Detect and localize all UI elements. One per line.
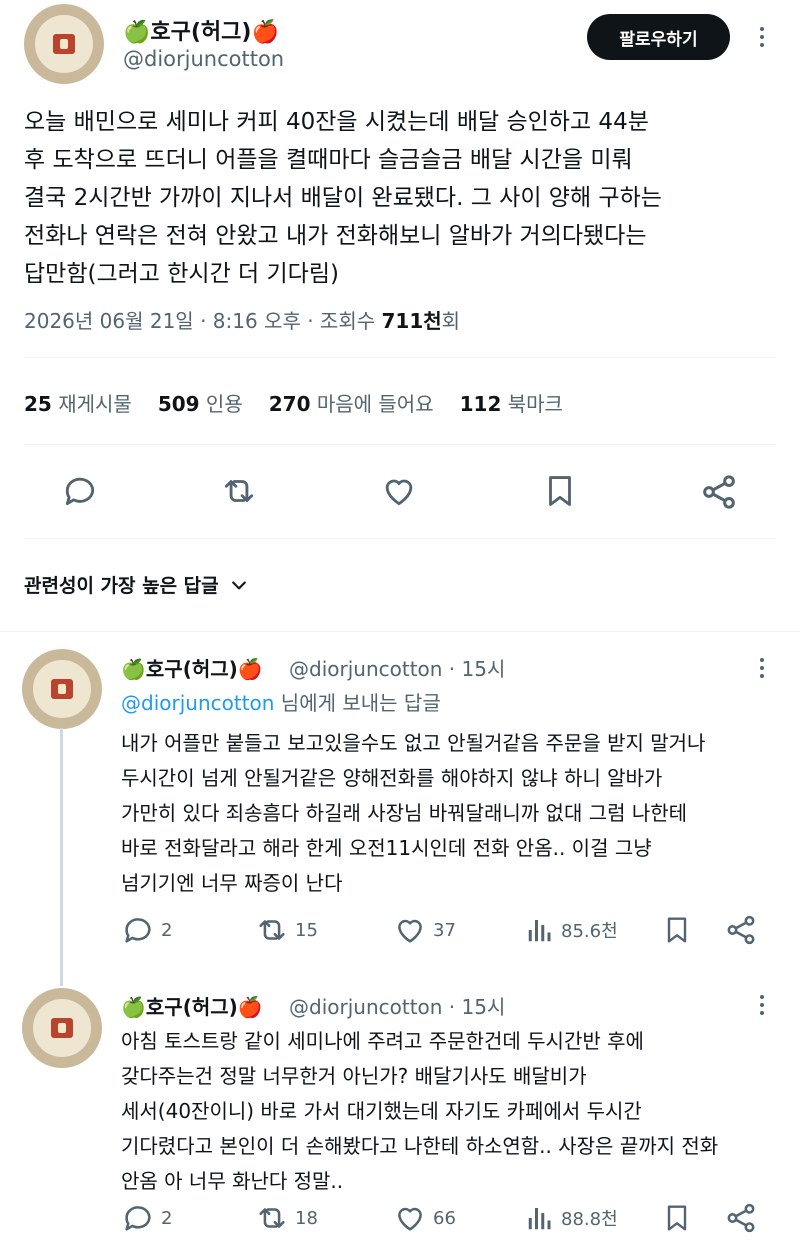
bookmark-button[interactable] <box>661 913 693 947</box>
reply-avatar[interactable] <box>22 988 102 1068</box>
views-suffix: 회 <box>441 309 461 333</box>
thread-connector <box>60 728 63 986</box>
reply-text-line: 갖다주는건 정말 너무한거 아닌가? 배달기사도 배달비가 <box>121 1064 587 1088</box>
reposts-count: 18 <box>295 1207 318 1229</box>
bookmark-button[interactable] <box>661 1201 693 1235</box>
repost-icon <box>259 1208 285 1228</box>
reply-handle-time[interactable]: @diorjuncotton · 15시 <box>289 653 505 682</box>
reply-text-line: 기다렸다고 본인이 더 손해봤다고 나한테 하소연함.. 사장은 끝까지 전화 <box>121 1134 719 1158</box>
follow-button[interactable]: 팔로우하기 <box>587 14 730 60</box>
like-button[interactable]: 37 <box>393 913 456 947</box>
reply-text-line: 내가 어플만 붙들고 보고있을수도 없고 안될거같음 주문을 받지 말거나 <box>121 731 706 755</box>
heart-icon <box>398 919 422 943</box>
avatar-mug <box>52 34 76 54</box>
reply-button[interactable] <box>61 472 99 510</box>
reply-text-line: 세서(40잔이니) 바로 가서 대기했는데 자기도 카페에서 두시간 <box>121 1099 642 1123</box>
views-count: 711천 <box>381 309 442 333</box>
reply-text: 아침 토스트랑 같이 세미나에 주려고 주문한건데 두시간반 후에 갖다주는건 … <box>121 1024 781 1199</box>
reply-icon <box>65 477 95 506</box>
views-chart-icon <box>528 920 551 942</box>
reply-sort-dropdown[interactable]: 관련성이 가장 높은 답글 <box>24 571 249 598</box>
divider <box>24 444 776 445</box>
chevron-down-icon <box>231 580 246 589</box>
tweet-text-line: 답만함(그러고 한시간 더 기다림) <box>24 261 339 287</box>
bookmark-icon <box>549 476 571 506</box>
divider <box>0 631 800 632</box>
share-button[interactable] <box>724 913 758 947</box>
repost-button[interactable] <box>219 472 259 510</box>
share-icon <box>727 915 755 945</box>
author-name[interactable]: 🍏호구(허그)🍎 <box>123 14 279 46</box>
repost-icon <box>224 480 254 502</box>
like-button[interactable]: 66 <box>393 1201 456 1235</box>
reply-text-line: 넘기기엔 너무 짜증이 난다 <box>121 871 343 895</box>
share-icon <box>703 475 735 509</box>
views-count: 85.6천 <box>561 921 618 942</box>
avatar-mug <box>50 679 74 699</box>
reply-text: 내가 어플만 붙들고 보고있을수도 없고 안될거같음 주문을 받지 말거나 두시… <box>121 726 781 901</box>
share-button[interactable] <box>699 472 739 512</box>
replies-count: 2 <box>161 1207 173 1229</box>
bookmarks-stat[interactable]: 112 북마크 <box>460 388 563 417</box>
bookmark-icon <box>667 1205 687 1231</box>
more-options-icon[interactable] <box>750 993 774 1017</box>
repost-button[interactable]: 18 <box>255 1201 318 1235</box>
tweet-text-line: 오늘 배민으로 세미나 커피 40잔을 시켰는데 배달 승인하고 44분 <box>24 109 649 135</box>
reply-author-name[interactable]: 🍏호구(허그)🍎 <box>121 991 263 1020</box>
tweet-text-line: 전화나 연락은 전혀 안왔고 내가 전화해보니 알바가 거의다됐다는 <box>24 223 647 249</box>
more-options-icon[interactable] <box>750 656 774 680</box>
sort-label: 관련성이 가장 높은 답글 <box>24 575 219 597</box>
avatar-mug <box>50 1018 74 1038</box>
more-options-icon[interactable] <box>750 25 774 49</box>
author-handle[interactable]: @diorjuncotton <box>123 47 284 71</box>
reply-handle-time[interactable]: @diorjuncotton · 15시 <box>289 991 505 1020</box>
views-button[interactable]: 88.8천 <box>525 1201 618 1235</box>
author-avatar[interactable] <box>24 4 104 84</box>
repost-button[interactable]: 15 <box>255 913 318 947</box>
divider <box>24 538 776 539</box>
reply-avatar[interactable] <box>22 649 102 729</box>
tweet-text-line: 후 도착으로 뜨더니 어플을 켤때마다 슬금슬금 배달 시간을 미뤄 <box>24 147 633 173</box>
tweet-text-line: 결국 2시간반 가까이 지나서 배달이 완료됐다. 그 사이 양해 구하는 <box>24 185 662 211</box>
reply-author-name[interactable]: 🍏호구(허그)🍎 <box>121 653 263 682</box>
heart-icon <box>385 479 413 506</box>
share-icon <box>727 1203 755 1233</box>
reposts-count: 15 <box>295 919 318 941</box>
engagement-stats: 25 재게시물 509 인용 270 마음에 들어요 112 북마크 <box>24 388 563 417</box>
reply-button[interactable]: 2 <box>121 1201 172 1235</box>
tweet-text: 오늘 배민으로 세미나 커피 40잔을 시켰는데 배달 승인하고 44분 후 도… <box>24 103 784 293</box>
reply-button[interactable]: 2 <box>121 913 172 947</box>
reply-to-mention[interactable]: @diorjuncotton <box>121 691 274 715</box>
likes-stat[interactable]: 270 마음에 들어요 <box>269 388 434 417</box>
divider <box>24 357 776 358</box>
reply-text-line: 가만히 있다 죄송흠다 하길래 사장님 바꿔달래니까 없대 그럼 나한테 <box>121 801 688 825</box>
bookmark-icon <box>667 917 687 943</box>
tweet-timestamp[interactable]: 2026년 06월 21일 · 8:16 오후 · 조회수 <box>24 309 381 333</box>
reply-icon <box>125 1206 151 1231</box>
share-button[interactable] <box>724 1201 758 1235</box>
quotes-stat[interactable]: 509 인용 <box>158 388 243 417</box>
bookmark-button[interactable] <box>541 472 579 510</box>
reply-text-line: 바로 전화달라고 해라 한게 오전11시인데 전화 안옴.. 이걸 그냥 <box>121 836 652 860</box>
reply-text-line: 두시간이 넘게 안될거같은 양해전화를 해야하지 않냐 하니 알바가 <box>121 766 663 790</box>
views-count: 88.8천 <box>561 1209 618 1230</box>
likes-count: 37 <box>433 919 456 941</box>
repost-icon <box>259 920 285 940</box>
reply-text-line: 안옴 아 너무 화난다 정말.. <box>121 1169 344 1193</box>
replying-to: @diorjuncotton 님에게 보내는 답글 <box>121 687 441 716</box>
reply-icon <box>125 918 151 943</box>
likes-count: 66 <box>433 1207 456 1229</box>
reply-to-suffix: 님에게 보내는 답글 <box>274 691 441 715</box>
views-button[interactable]: 85.6천 <box>525 913 618 947</box>
replies-count: 2 <box>161 919 173 941</box>
tweet-meta: 2026년 06월 21일 · 8:16 오후 · 조회수 711천회 <box>24 305 460 334</box>
like-button[interactable] <box>380 472 418 510</box>
views-chart-icon <box>528 1208 551 1230</box>
reply-text-line: 아침 토스트랑 같이 세미나에 주려고 주문한건데 두시간반 후에 <box>121 1029 644 1053</box>
heart-icon <box>398 1207 422 1231</box>
reposts-stat[interactable]: 25 재게시물 <box>24 388 132 417</box>
